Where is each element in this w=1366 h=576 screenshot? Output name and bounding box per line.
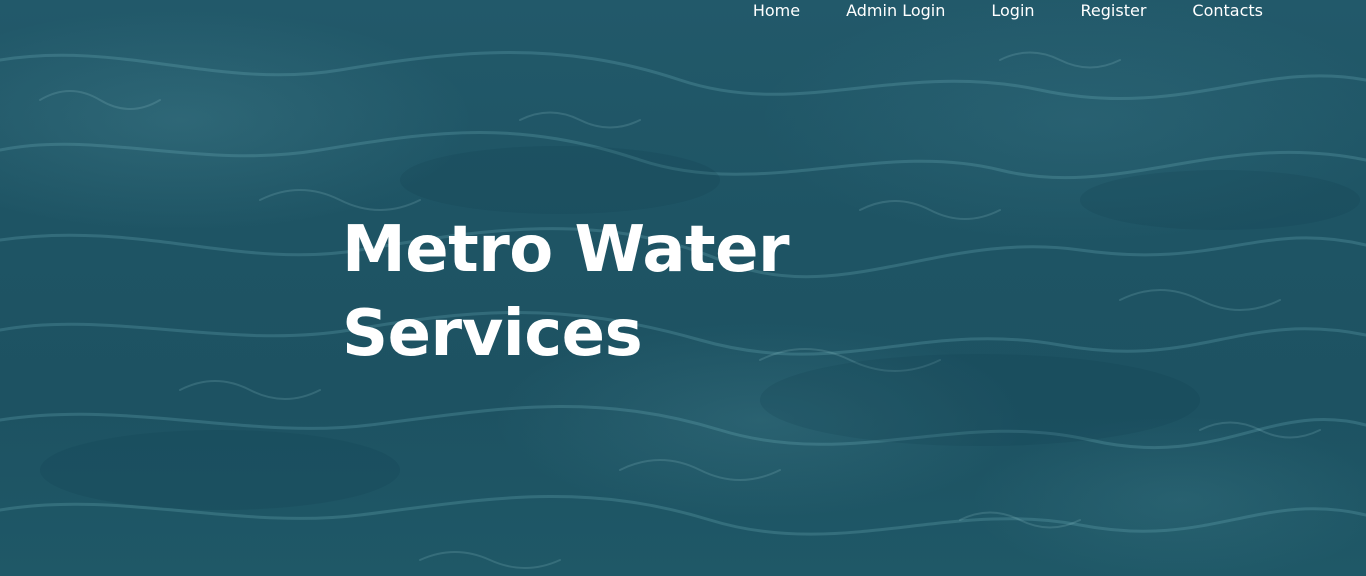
page-title-line-2: Services: [342, 297, 643, 371]
nav-contacts-link[interactable]: Contacts: [1192, 1, 1263, 21]
nav-home-link[interactable]: Home: [753, 1, 800, 21]
top-navigation: Home Admin Login Login Register Contacts: [753, 0, 1263, 22]
page-title: Metro Water Services: [342, 208, 902, 376]
hero-banner: Home Admin Login Login Register Contacts…: [0, 0, 1366, 576]
nav-admin-login-link[interactable]: Admin Login: [846, 1, 945, 21]
nav-login-link[interactable]: Login: [991, 1, 1034, 21]
nav-register-link[interactable]: Register: [1081, 1, 1147, 21]
page-title-line-1: Metro Water: [342, 213, 790, 287]
